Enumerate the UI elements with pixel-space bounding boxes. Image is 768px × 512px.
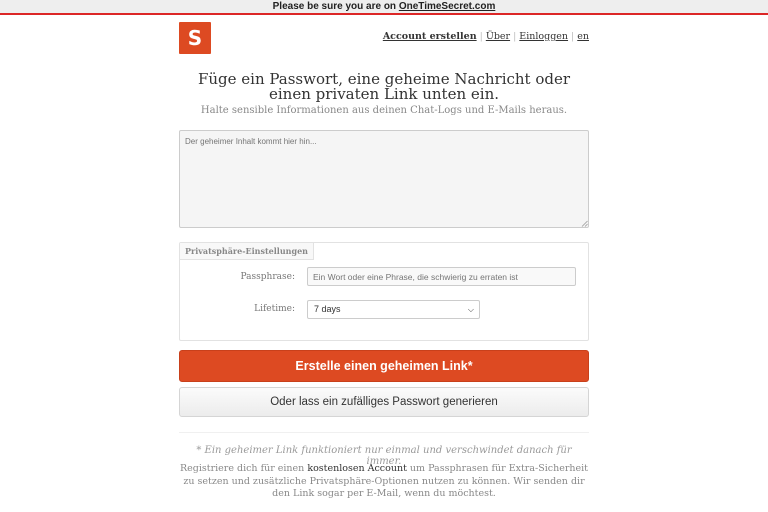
nav-separator: | <box>479 31 483 42</box>
passphrase-input[interactable] <box>307 267 576 286</box>
passphrase-label: Passphrase: <box>240 272 295 282</box>
lifetime-label: Lifetime: <box>254 304 295 314</box>
privacy-settings-panel: Privatsphäre-Einstellungen Passphrase: L… <box>179 242 589 341</box>
create-secret-link-button[interactable]: Erstelle einen geheimen Link* <box>179 350 589 382</box>
nav-separator: | <box>571 31 575 42</box>
nav-language-link[interactable]: en <box>577 31 589 42</box>
secret-textarea[interactable] <box>179 130 589 228</box>
top-nav: Account erstellen | Über | Einloggen | en <box>383 31 589 42</box>
register-info: Registriere dich für einen kostenlosen A… <box>179 463 589 501</box>
chevron-down-icon: ⌵ <box>467 305 474 314</box>
lifetime-selected-value: 7 days <box>314 304 341 314</box>
logo[interactable]: S <box>179 22 211 54</box>
banner-site-link[interactable]: OneTimeSecret.com <box>399 1 496 12</box>
banner-text: Please be sure you are on <box>272 1 399 12</box>
domain-warning-banner: Please be sure you are on OneTimeSecret.… <box>0 0 768 15</box>
nav-separator: | <box>513 31 517 42</box>
generate-password-button[interactable]: Oder lass ein zufälliges Passwort generi… <box>179 387 589 417</box>
register-text-before: Registriere dich für einen <box>180 463 308 474</box>
nav-login-link[interactable]: Einloggen <box>519 31 568 42</box>
nav-about-link[interactable]: Über <box>486 31 510 42</box>
page-title: Füge ein Passwort, eine geheime Nachrich… <box>197 70 571 103</box>
divider <box>179 432 589 433</box>
nav-create-account-link[interactable]: Account erstellen <box>383 31 477 42</box>
privacy-settings-legend: Privatsphäre-Einstellungen <box>180 243 314 260</box>
page-subtitle: Halte sensible Informationen aus deinen … <box>200 105 568 116</box>
free-account-link[interactable]: kostenlosen Account <box>307 463 407 474</box>
lifetime-select[interactable]: 7 days ⌵ <box>307 300 480 319</box>
resize-grip-icon[interactable] <box>581 220 588 227</box>
